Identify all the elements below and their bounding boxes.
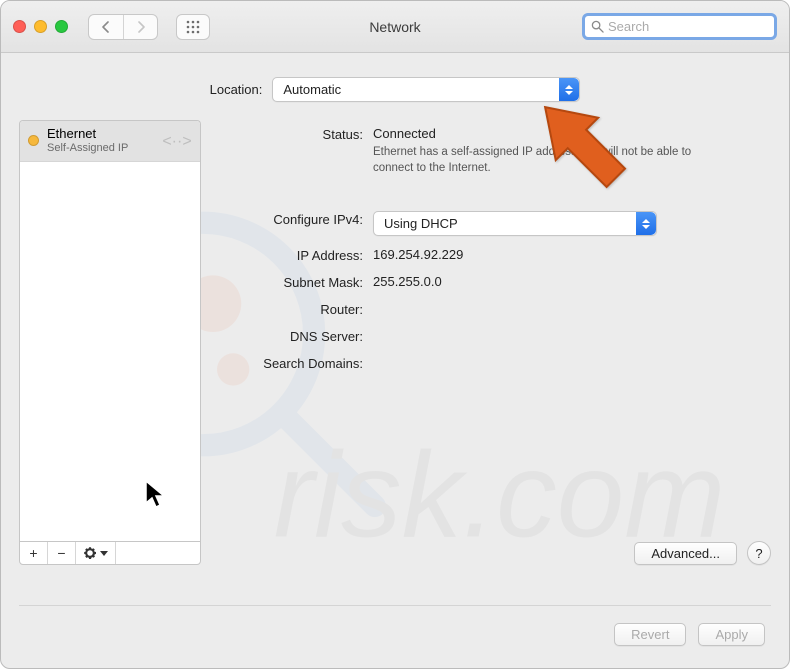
service-name: Ethernet — [47, 127, 128, 142]
search-domains-value — [373, 353, 771, 355]
configure-ipv4-value: Using DHCP — [374, 216, 636, 231]
zoom-icon[interactable] — [55, 20, 68, 33]
gear-icon — [83, 546, 97, 560]
location-popup[interactable]: Automatic — [272, 77, 580, 102]
location-label: Location: — [210, 82, 263, 97]
search-icon — [591, 20, 604, 33]
chevron-updown-icon — [559, 78, 579, 101]
dns-server-value — [373, 326, 771, 328]
window-controls[interactable] — [13, 20, 68, 33]
search-domains-label: Search Domains: — [217, 353, 373, 371]
configure-ipv4-label: Configure IPv4: — [217, 209, 373, 227]
close-icon[interactable] — [13, 20, 26, 33]
location-value: Automatic — [273, 82, 559, 97]
status-label: Status: — [217, 124, 373, 142]
router-label: Router: — [217, 299, 373, 317]
advanced-button[interactable]: Advanced... — [634, 542, 737, 565]
chevron-updown-icon — [636, 212, 656, 235]
service-item-ethernet[interactable]: Ethernet Self-Assigned IP <··> — [20, 121, 200, 162]
forward-button[interactable] — [123, 15, 157, 39]
help-button[interactable]: ? — [747, 541, 771, 565]
back-button[interactable] — [89, 15, 123, 39]
status-description: Ethernet has a self-assigned IP address … — [373, 145, 693, 176]
remove-service-button[interactable]: − — [48, 542, 76, 564]
service-list[interactable]: Ethernet Self-Assigned IP <··> — [19, 120, 201, 541]
search-field[interactable] — [582, 13, 777, 40]
revert-button[interactable]: Revert — [614, 623, 686, 646]
search-input[interactable] — [608, 19, 768, 34]
nav-back-forward[interactable] — [88, 14, 158, 40]
add-service-button[interactable]: + — [20, 542, 48, 564]
apply-button[interactable]: Apply — [698, 623, 765, 646]
minimize-icon[interactable] — [34, 20, 47, 33]
status-value: Connected — [373, 126, 771, 141]
chevron-down-icon — [100, 551, 108, 556]
service-status: Self-Assigned IP — [47, 142, 128, 155]
subnet-mask-value: 255.255.0.0 — [373, 272, 771, 289]
divider — [19, 605, 771, 606]
ethernet-icon: <··> — [162, 130, 192, 152]
service-actions-menu[interactable] — [76, 542, 116, 564]
show-all-button[interactable] — [176, 14, 210, 40]
ip-address-label: IP Address: — [217, 245, 373, 263]
router-value — [373, 299, 771, 301]
dns-server-label: DNS Server: — [217, 326, 373, 344]
svg-text:<··>: <··> — [162, 133, 191, 150]
ip-address-value: 169.254.92.229 — [373, 245, 771, 262]
status-dot-icon — [28, 135, 39, 146]
configure-ipv4-popup[interactable]: Using DHCP — [373, 211, 657, 236]
subnet-mask-label: Subnet Mask: — [217, 272, 373, 290]
